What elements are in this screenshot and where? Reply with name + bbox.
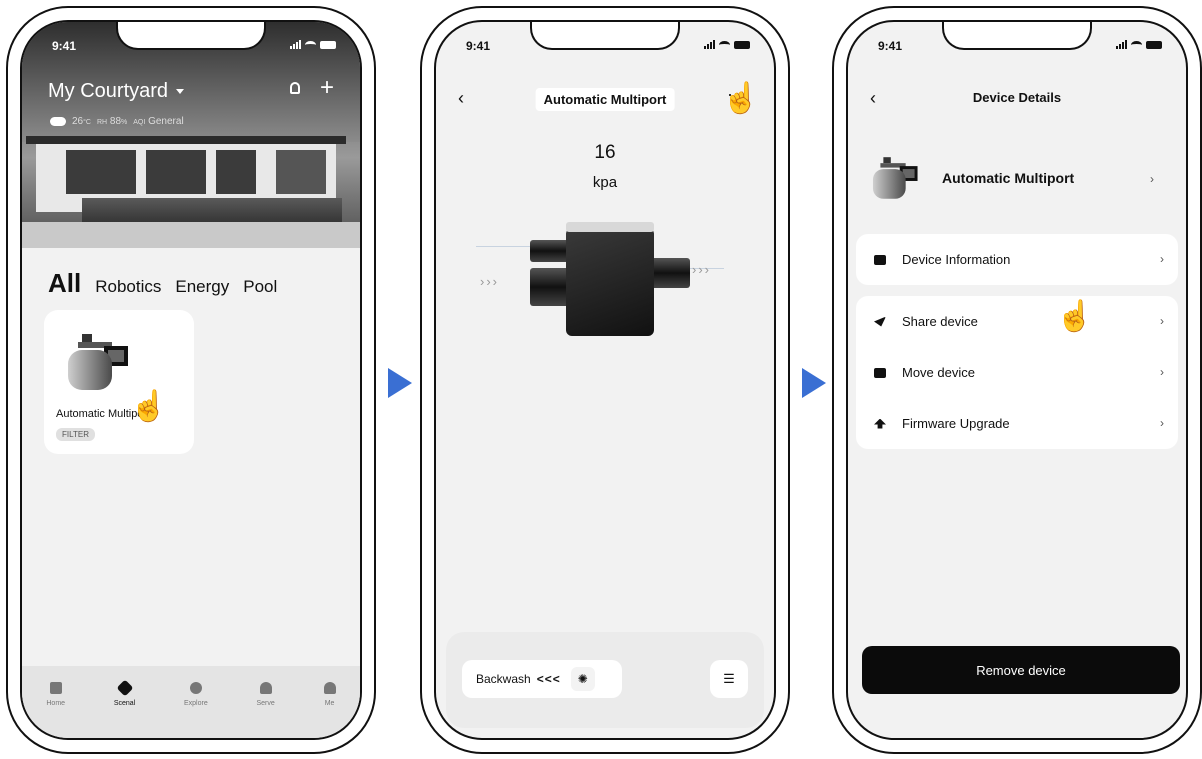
inflow-arrows-icon: ››› [480,274,499,289]
menu-group-actions: Share device › Move device › Firmware Up… [856,296,1178,449]
signal-icon [290,40,301,49]
tab-pool[interactable]: Pool [243,277,277,297]
courtyard-hero-image [22,22,360,248]
nav-bar: ‹ Device Details [848,88,1186,112]
notch [530,22,680,50]
home-screen: 9:41 My Courtyard 26°C RH 88% AQI Genera… [20,20,362,740]
chevron-right-icon: › [1150,172,1154,186]
scenal-icon [116,679,134,697]
menu-item-device-information[interactable]: Device Information › [856,234,1178,285]
device-header[interactable]: Automatic Multiport › [870,152,1164,212]
pressure-unit: kpa [592,174,618,191]
control-panel: Backwash <<< ✺ ☰ [446,632,764,728]
wifi-icon [719,41,730,49]
page-title: Device Details [972,90,1062,105]
page-title: Automatic Multiport [535,88,675,111]
tap-hand-icon: ☝ [130,390,168,423]
chevron-right-icon: › [1160,252,1164,266]
back-icon[interactable]: ‹ [870,88,876,109]
status-icons [704,40,750,49]
next-step-arrow-icon [802,368,826,398]
battery-icon [734,41,750,49]
remove-device-button[interactable]: Remove device [862,646,1180,694]
notch [116,22,266,50]
status-icons [1116,40,1162,49]
bell-icon[interactable] [290,82,300,94]
menu-item-firmware-upgrade[interactable]: Firmware Upgrade › [856,398,1178,449]
category-tabs: All Robotics Energy Pool [48,268,277,299]
chevron-down-icon [176,89,185,94]
envelope-icon [874,254,886,265]
mode-label: Backwash [476,672,531,686]
mode-arrows: <<< [536,672,561,686]
tap-hand-icon: ☝ [1056,300,1094,333]
status-time: 9:41 [466,39,491,53]
notch [942,22,1092,50]
menu-group-info: Device Information › [856,234,1178,285]
status-time: 9:41 [878,39,903,53]
battery-icon [1146,41,1162,49]
outflow-arrows-icon: ››› [692,262,711,277]
status-time: 9:41 [52,39,77,53]
wifi-icon [1131,41,1142,49]
upload-arrow-icon [874,418,886,429]
menu-item-share-device[interactable]: Share device › [856,296,1178,347]
nav-scenal[interactable]: Scenal [114,679,135,738]
device-screen: 9:41 ‹ Automatic Multiport ··· 16 kpa ››… [434,20,776,740]
nav-explore[interactable]: Explore [184,682,208,738]
nav-me[interactable]: Me [323,682,336,738]
wifi-icon [305,41,316,49]
home-name: My Courtyard [48,80,169,102]
multiport-device-icon [64,332,134,397]
add-icon[interactable]: + [320,74,334,102]
tap-hand-icon: ☝ [722,82,760,115]
chevron-right-icon: › [1160,365,1164,379]
tab-all[interactable]: All [48,268,81,299]
next-step-arrow-icon [388,368,412,398]
battery-icon [320,41,336,49]
person-icon [323,682,336,694]
chevron-right-icon: › [1160,314,1164,328]
device-card[interactable]: Automatic Multiport FILTER [44,310,194,454]
home-selector[interactable]: My Courtyard [48,80,185,103]
backwash-mode-control[interactable]: Backwash <<< ✺ [462,660,622,698]
cloud-icon [50,117,66,126]
bottom-nav: Home Scenal Explore Serve Me [22,666,360,738]
pressure-value: 16 [594,142,616,163]
tab-robotics[interactable]: Robotics [95,277,161,297]
explore-icon [189,682,202,694]
spin-icon[interactable]: ✺ [570,667,595,691]
back-icon[interactable]: ‹ [458,88,464,109]
status-icons [290,40,336,49]
phone-frame-device: 9:41 ‹ Automatic Multiport ··· 16 kpa ››… [420,6,790,754]
details-screen: 9:41 ‹ Device Details Automatic Multipor… [846,20,1188,740]
tab-energy[interactable]: Energy [175,277,229,297]
weather-bar: 26°C RH 88% AQI General [50,116,184,127]
humidity: RH 88% [96,116,128,127]
device-name: Automatic Multiport [942,170,1075,186]
aqi: AQI General [133,116,184,127]
send-icon [874,316,886,327]
nav-serve[interactable]: Serve [257,682,275,738]
heart-icon [259,682,272,694]
lock-open-icon [874,367,886,378]
multiport-device-icon [870,152,922,209]
phone-frame-home: 9:41 My Courtyard 26°C RH 88% AQI Genera… [6,6,376,754]
nav-home[interactable]: Home [46,682,65,738]
home-icon [49,682,62,694]
menu-item-move-device[interactable]: Move device › [856,347,1178,398]
device-type-badge: FILTER [56,428,95,441]
phone-frame-details: 9:41 ‹ Device Details Automatic Multipor… [832,6,1202,754]
signal-icon [1116,40,1127,49]
chevron-right-icon: › [1160,416,1164,430]
signal-icon [704,40,715,49]
temperature: 26°C [72,116,91,127]
sliders-icon[interactable]: ☰ [710,660,748,698]
